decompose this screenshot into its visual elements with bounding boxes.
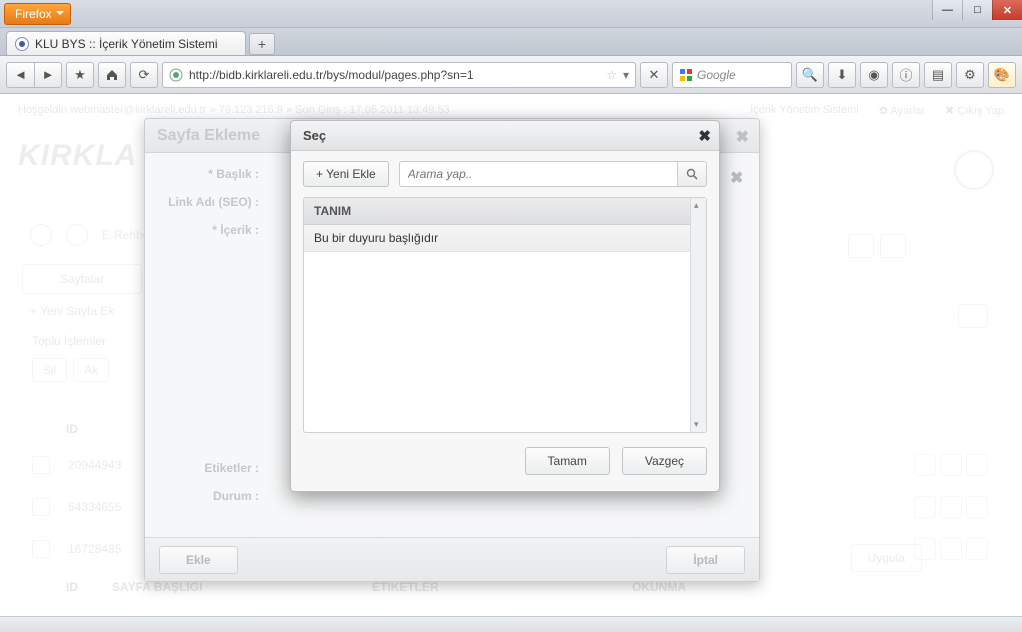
settings-link: ✿ Ayarlar — [879, 104, 925, 117]
addon-color-icon[interactable]: 🎨 — [988, 62, 1016, 88]
iptal-button: İptal — [666, 546, 745, 574]
label-baslik: * Başlık : — [161, 167, 269, 181]
tamam-button[interactable]: Tamam — [525, 447, 610, 475]
browser-tab[interactable]: KLU BYS :: İçerik Yönetim Sistemi — [6, 31, 246, 55]
addon-info-icon[interactable]: ⓘ — [892, 62, 920, 88]
front-dialog-close-icon[interactable]: ✖ — [698, 127, 711, 145]
browser-search-box[interactable]: Google — [672, 62, 792, 88]
addon-shield-icon[interactable]: ◉ — [860, 62, 888, 88]
globe-icon — [954, 150, 994, 190]
back-dialog-title: Sayfa Ekleme — [157, 127, 260, 145]
add-page-button: + Yeni Sayfa Ek — [30, 304, 114, 318]
reload-button[interactable]: ⟳ — [130, 62, 158, 88]
home-icon — [30, 224, 52, 246]
search-go-button[interactable]: 🔍 — [796, 62, 824, 88]
search-input[interactable] — [399, 161, 677, 187]
window-minimize-button[interactable]: — — [932, 0, 962, 20]
home-button[interactable] — [98, 62, 126, 88]
label-icerik: * İçerik : — [161, 223, 269, 237]
system-name: İçerik Yönetim Sistemi — [750, 104, 859, 117]
url-dropdown-icon[interactable]: ▾ — [623, 68, 629, 82]
bulb-icon — [66, 224, 88, 246]
addon-gear-icon[interactable]: ⚙ — [956, 62, 984, 88]
apply-button: Uygula — [851, 544, 922, 572]
delete-button: Sil — [32, 358, 67, 382]
bulk-ops-label: Toplu İşlemler — [32, 334, 106, 348]
stop-button[interactable]: ✕ — [640, 62, 668, 88]
window-maximize-button[interactable]: □ — [962, 0, 992, 20]
url-bar[interactable]: http://bidb.kirklareli.edu.tr/bys/modul/… — [162, 62, 636, 88]
column-header-tanim[interactable]: TANIM — [304, 198, 690, 225]
back-dialog-close-icon: ✖ — [736, 127, 749, 147]
search-placeholder: Google — [697, 68, 736, 82]
logout-link: ✖ Çıkış Yap — [945, 104, 1004, 117]
site-identity-icon — [169, 68, 183, 82]
addon-layers-icon[interactable]: ▤ — [924, 62, 952, 88]
status-bar — [0, 616, 1022, 632]
subpanel-close-icon: ✖ — [730, 168, 743, 188]
back-button[interactable]: ◄ — [6, 62, 34, 88]
label-durum: Durum : — [161, 489, 269, 503]
welcome-text: Hoşgeldin webmaster@kirklareli.edu.tr » … — [18, 104, 450, 117]
bookmark-star-icon[interactable]: ☆ — [606, 68, 617, 82]
dialog-sec: Seç ✖ + Yeni Ekle TANIM Bu bir duyuru ba… — [290, 120, 720, 492]
google-icon — [679, 68, 693, 82]
search-submit-button[interactable] — [677, 161, 707, 187]
front-dialog-title: Seç — [303, 128, 326, 143]
url-text: http://bidb.kirklareli.edu.tr/bys/modul/… — [189, 68, 600, 82]
firefox-menu-button[interactable]: Firefox — [4, 3, 71, 25]
search-icon — [686, 168, 698, 180]
results-list: TANIM Bu bir duyuru başlığıdır — [303, 197, 707, 433]
window-close-button[interactable]: ✕ — [992, 0, 1022, 20]
scrollbar[interactable] — [690, 198, 706, 432]
tab-title: KLU BYS :: İçerik Yönetim Sistemi — [35, 37, 218, 51]
label-seo: Link Adı (SEO) : — [161, 195, 269, 209]
editor-toolbar-icons — [848, 234, 906, 258]
yeni-ekle-button[interactable]: + Yeni Ekle — [303, 161, 389, 187]
ekle-button: Ekle — [159, 546, 238, 574]
addon-download-icon[interactable]: ⬇ — [828, 62, 856, 88]
bookmark-button[interactable]: ★ — [66, 62, 94, 88]
favicon-icon — [15, 37, 29, 51]
new-tab-button[interactable]: + — [249, 33, 275, 55]
tab-sayfalar: Sayfalar — [22, 264, 142, 294]
bg-search-icon — [958, 304, 988, 328]
vazgec-button[interactable]: Vazgeç — [622, 447, 707, 475]
activate-button: Ak — [73, 358, 109, 382]
forward-button[interactable]: ► — [34, 62, 62, 88]
label-etiketler: Etiketler : — [161, 461, 269, 475]
list-item[interactable]: Bu bir duyuru başlığıdır — [304, 225, 690, 252]
